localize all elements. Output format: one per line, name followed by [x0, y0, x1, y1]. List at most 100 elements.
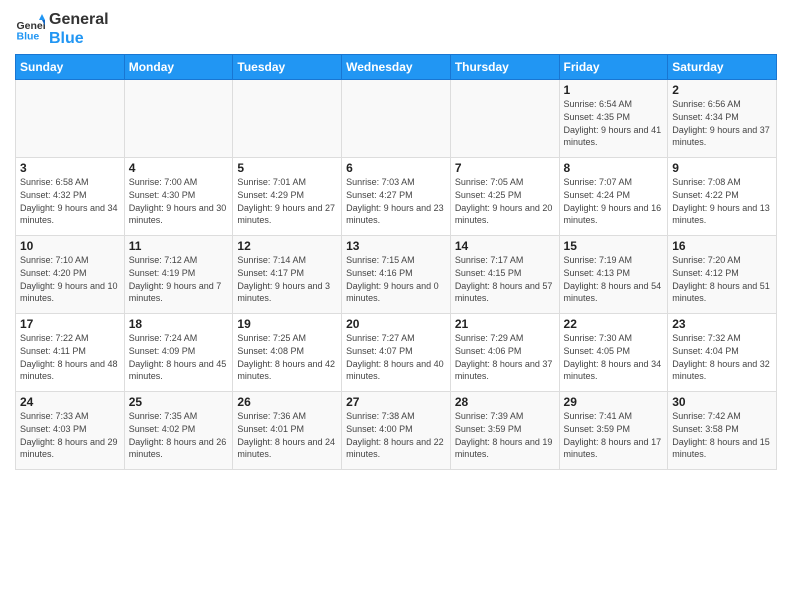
day-number: 13 — [346, 239, 446, 253]
day-info: Sunrise: 7:27 AM Sunset: 4:07 PM Dayligh… — [346, 332, 446, 382]
day-info: Sunrise: 7:01 AM Sunset: 4:29 PM Dayligh… — [237, 176, 337, 226]
day-number: 10 — [20, 239, 120, 253]
day-number: 28 — [455, 395, 555, 409]
calendar-cell: 21Sunrise: 7:29 AM Sunset: 4:06 PM Dayli… — [450, 314, 559, 392]
calendar-body: 1Sunrise: 6:54 AM Sunset: 4:35 PM Daylig… — [16, 80, 777, 470]
logo-general: General — [49, 10, 109, 29]
calendar-cell: 5Sunrise: 7:01 AM Sunset: 4:29 PM Daylig… — [233, 158, 342, 236]
calendar-cell: 13Sunrise: 7:15 AM Sunset: 4:16 PM Dayli… — [342, 236, 451, 314]
day-info: Sunrise: 7:07 AM Sunset: 4:24 PM Dayligh… — [564, 176, 664, 226]
day-info: Sunrise: 7:38 AM Sunset: 4:00 PM Dayligh… — [346, 410, 446, 460]
calendar-cell: 16Sunrise: 7:20 AM Sunset: 4:12 PM Dayli… — [668, 236, 777, 314]
calendar-cell — [342, 80, 451, 158]
calendar-cell: 12Sunrise: 7:14 AM Sunset: 4:17 PM Dayli… — [233, 236, 342, 314]
day-info: Sunrise: 7:20 AM Sunset: 4:12 PM Dayligh… — [672, 254, 772, 304]
header: General Blue General Blue — [15, 10, 777, 48]
page-container: General Blue General Blue SundayMondayTu… — [0, 0, 792, 480]
calendar-cell: 22Sunrise: 7:30 AM Sunset: 4:05 PM Dayli… — [559, 314, 668, 392]
day-number: 25 — [129, 395, 229, 409]
day-number: 12 — [237, 239, 337, 253]
calendar-cell: 29Sunrise: 7:41 AM Sunset: 3:59 PM Dayli… — [559, 392, 668, 470]
calendar-week-row: 10Sunrise: 7:10 AM Sunset: 4:20 PM Dayli… — [16, 236, 777, 314]
calendar-cell: 30Sunrise: 7:42 AM Sunset: 3:58 PM Dayli… — [668, 392, 777, 470]
day-info: Sunrise: 7:19 AM Sunset: 4:13 PM Dayligh… — [564, 254, 664, 304]
day-number: 8 — [564, 161, 664, 175]
calendar-cell — [16, 80, 125, 158]
calendar-cell: 23Sunrise: 7:32 AM Sunset: 4:04 PM Dayli… — [668, 314, 777, 392]
logo-blue: Blue — [49, 29, 109, 48]
calendar-cell — [233, 80, 342, 158]
day-info: Sunrise: 6:58 AM Sunset: 4:32 PM Dayligh… — [20, 176, 120, 226]
day-info: Sunrise: 7:42 AM Sunset: 3:58 PM Dayligh… — [672, 410, 772, 460]
weekday-header: Tuesday — [233, 55, 342, 80]
calendar-cell: 18Sunrise: 7:24 AM Sunset: 4:09 PM Dayli… — [124, 314, 233, 392]
weekday-header: Monday — [124, 55, 233, 80]
calendar-cell: 26Sunrise: 7:36 AM Sunset: 4:01 PM Dayli… — [233, 392, 342, 470]
day-info: Sunrise: 7:36 AM Sunset: 4:01 PM Dayligh… — [237, 410, 337, 460]
calendar-cell — [450, 80, 559, 158]
day-info: Sunrise: 7:05 AM Sunset: 4:25 PM Dayligh… — [455, 176, 555, 226]
day-number: 14 — [455, 239, 555, 253]
day-info: Sunrise: 7:24 AM Sunset: 4:09 PM Dayligh… — [129, 332, 229, 382]
day-info: Sunrise: 7:39 AM Sunset: 3:59 PM Dayligh… — [455, 410, 555, 460]
calendar-cell: 27Sunrise: 7:38 AM Sunset: 4:00 PM Dayli… — [342, 392, 451, 470]
day-info: Sunrise: 6:54 AM Sunset: 4:35 PM Dayligh… — [564, 98, 664, 148]
day-number: 20 — [346, 317, 446, 331]
day-info: Sunrise: 7:41 AM Sunset: 3:59 PM Dayligh… — [564, 410, 664, 460]
day-info: Sunrise: 7:14 AM Sunset: 4:17 PM Dayligh… — [237, 254, 337, 304]
day-number: 5 — [237, 161, 337, 175]
calendar-cell — [124, 80, 233, 158]
day-number: 30 — [672, 395, 772, 409]
day-number: 3 — [20, 161, 120, 175]
day-number: 16 — [672, 239, 772, 253]
calendar-cell: 9Sunrise: 7:08 AM Sunset: 4:22 PM Daylig… — [668, 158, 777, 236]
calendar-cell: 1Sunrise: 6:54 AM Sunset: 4:35 PM Daylig… — [559, 80, 668, 158]
day-info: Sunrise: 7:25 AM Sunset: 4:08 PM Dayligh… — [237, 332, 337, 382]
day-info: Sunrise: 7:00 AM Sunset: 4:30 PM Dayligh… — [129, 176, 229, 226]
weekday-header: Saturday — [668, 55, 777, 80]
calendar-cell: 3Sunrise: 6:58 AM Sunset: 4:32 PM Daylig… — [16, 158, 125, 236]
day-number: 21 — [455, 317, 555, 331]
weekday-header: Thursday — [450, 55, 559, 80]
calendar-cell: 20Sunrise: 7:27 AM Sunset: 4:07 PM Dayli… — [342, 314, 451, 392]
day-info: Sunrise: 7:32 AM Sunset: 4:04 PM Dayligh… — [672, 332, 772, 382]
day-number: 27 — [346, 395, 446, 409]
day-info: Sunrise: 6:56 AM Sunset: 4:34 PM Dayligh… — [672, 98, 772, 148]
weekday-header: Friday — [559, 55, 668, 80]
calendar-cell: 28Sunrise: 7:39 AM Sunset: 3:59 PM Dayli… — [450, 392, 559, 470]
header-row: SundayMondayTuesdayWednesdayThursdayFrid… — [16, 55, 777, 80]
day-info: Sunrise: 7:03 AM Sunset: 4:27 PM Dayligh… — [346, 176, 446, 226]
day-info: Sunrise: 7:17 AM Sunset: 4:15 PM Dayligh… — [455, 254, 555, 304]
calendar-cell: 7Sunrise: 7:05 AM Sunset: 4:25 PM Daylig… — [450, 158, 559, 236]
calendar-cell: 10Sunrise: 7:10 AM Sunset: 4:20 PM Dayli… — [16, 236, 125, 314]
calendar-cell: 25Sunrise: 7:35 AM Sunset: 4:02 PM Dayli… — [124, 392, 233, 470]
day-number: 2 — [672, 83, 772, 97]
weekday-header: Sunday — [16, 55, 125, 80]
day-number: 24 — [20, 395, 120, 409]
day-number: 19 — [237, 317, 337, 331]
calendar-cell: 14Sunrise: 7:17 AM Sunset: 4:15 PM Dayli… — [450, 236, 559, 314]
calendar-week-row: 17Sunrise: 7:22 AM Sunset: 4:11 PM Dayli… — [16, 314, 777, 392]
logo: General Blue General Blue — [15, 10, 109, 48]
calendar-week-row: 24Sunrise: 7:33 AM Sunset: 4:03 PM Dayli… — [16, 392, 777, 470]
day-info: Sunrise: 7:29 AM Sunset: 4:06 PM Dayligh… — [455, 332, 555, 382]
calendar-cell: 11Sunrise: 7:12 AM Sunset: 4:19 PM Dayli… — [124, 236, 233, 314]
svg-text:Blue: Blue — [17, 31, 40, 43]
weekday-header: Wednesday — [342, 55, 451, 80]
day-number: 17 — [20, 317, 120, 331]
day-info: Sunrise: 7:35 AM Sunset: 4:02 PM Dayligh… — [129, 410, 229, 460]
calendar-header: SundayMondayTuesdayWednesdayThursdayFrid… — [16, 55, 777, 80]
calendar-cell: 19Sunrise: 7:25 AM Sunset: 4:08 PM Dayli… — [233, 314, 342, 392]
day-number: 23 — [672, 317, 772, 331]
day-number: 15 — [564, 239, 664, 253]
day-number: 11 — [129, 239, 229, 253]
day-number: 7 — [455, 161, 555, 175]
calendar-cell: 2Sunrise: 6:56 AM Sunset: 4:34 PM Daylig… — [668, 80, 777, 158]
day-info: Sunrise: 7:10 AM Sunset: 4:20 PM Dayligh… — [20, 254, 120, 304]
day-number: 22 — [564, 317, 664, 331]
day-info: Sunrise: 7:30 AM Sunset: 4:05 PM Dayligh… — [564, 332, 664, 382]
day-info: Sunrise: 7:33 AM Sunset: 4:03 PM Dayligh… — [20, 410, 120, 460]
day-info: Sunrise: 7:08 AM Sunset: 4:22 PM Dayligh… — [672, 176, 772, 226]
calendar-cell: 6Sunrise: 7:03 AM Sunset: 4:27 PM Daylig… — [342, 158, 451, 236]
calendar-week-row: 1Sunrise: 6:54 AM Sunset: 4:35 PM Daylig… — [16, 80, 777, 158]
